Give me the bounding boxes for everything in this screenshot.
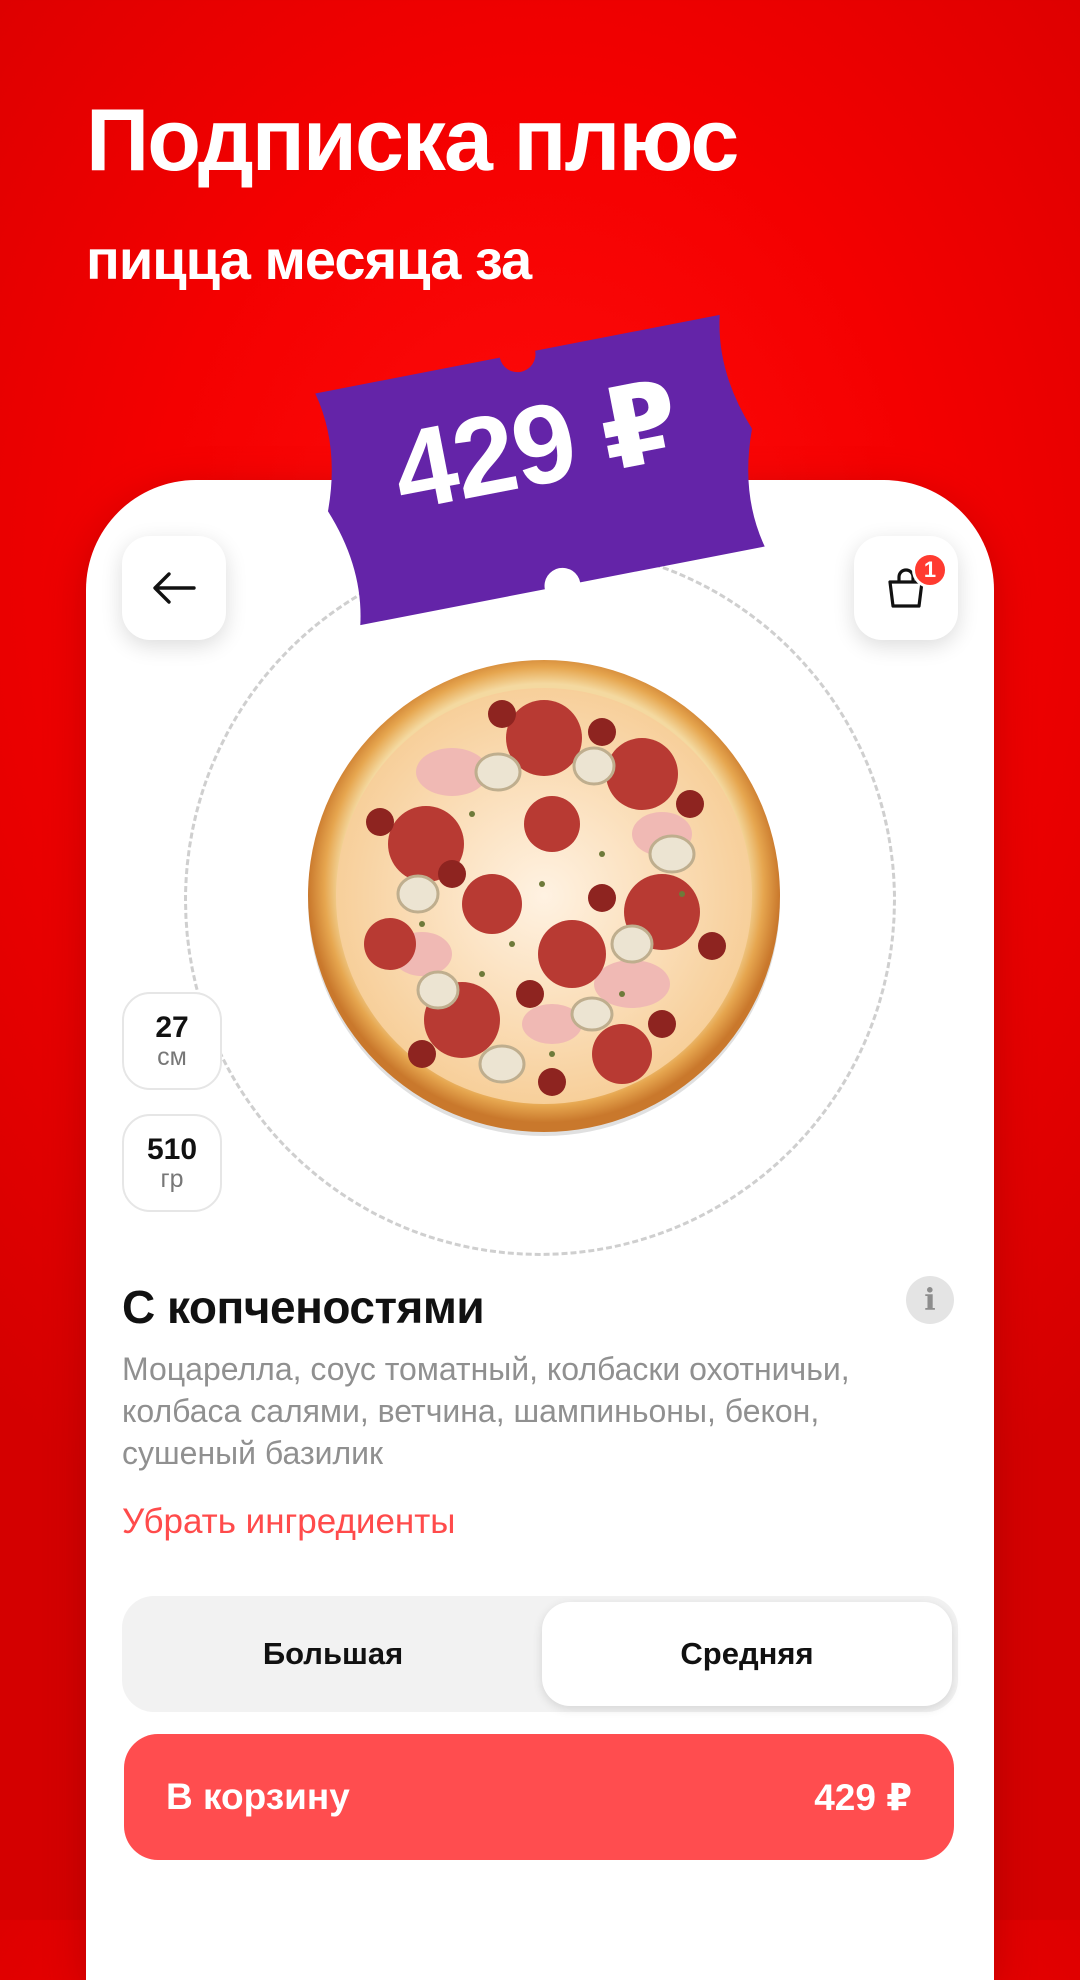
weight-indicator: 510 гр [122, 1114, 222, 1212]
size-value: 27 [155, 1010, 189, 1044]
size-option-large[interactable]: Большая [128, 1602, 538, 1706]
size-unit: см [157, 1042, 187, 1071]
add-to-cart-label: В корзину [166, 1776, 350, 1817]
back-button[interactable] [122, 536, 226, 640]
promo-subline: пицца месяца за [86, 228, 532, 291]
cart-button[interactable]: 1 [854, 536, 958, 640]
cart-count-badge: 1 [912, 552, 948, 588]
product-title: С копченостями [122, 1281, 485, 1333]
product-description: Моцарелла, соус томатный, колбаски охотн… [122, 1351, 850, 1471]
phone-mockup: 1 27 см 510 гр С копченостями i Моцарелл… [86, 480, 994, 1980]
promo-headline: Подписка плюс [86, 90, 739, 189]
size-option-medium[interactable]: Средняя [542, 1602, 952, 1706]
weight-value: 510 [146, 1132, 198, 1166]
arrow-left-icon [153, 572, 196, 604]
add-to-cart-price: 429 ₽ [814, 1777, 912, 1818]
add-to-cart-button[interactable]: В корзину 429 ₽ [124, 1734, 954, 1860]
weight-unit: гр [160, 1164, 184, 1193]
remove-ingredients-link[interactable]: Убрать ингредиенты [122, 1502, 455, 1542]
info-icon[interactable]: i [906, 1276, 954, 1324]
size-selector: Большая Средняя [122, 1596, 958, 1712]
size-indicator: 27 см [122, 992, 222, 1090]
pizza-image [308, 660, 780, 1136]
